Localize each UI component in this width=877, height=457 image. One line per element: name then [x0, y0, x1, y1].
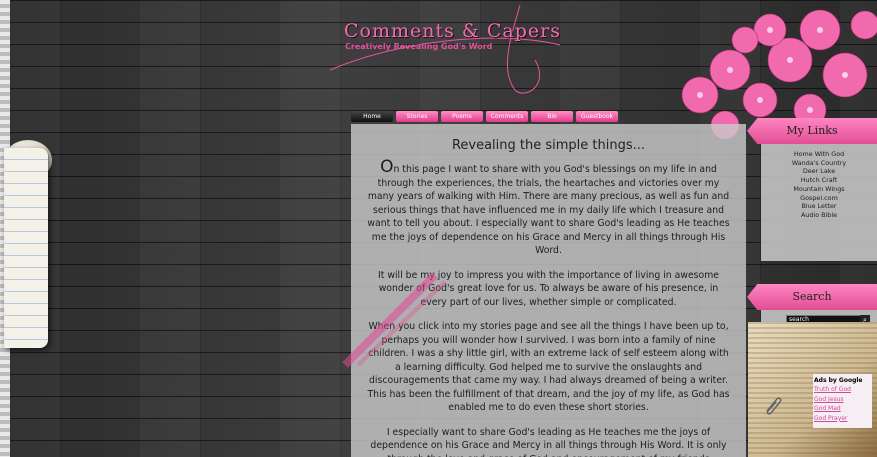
notebook-paper-decoration [4, 148, 48, 348]
link-audio-bible[interactable]: Audio Bible [763, 211, 875, 220]
link-blue-letter[interactable]: Blue Letter [763, 202, 875, 211]
links-heading: My Links [747, 118, 877, 144]
paragraph-4: I especially want to share God's leading… [370, 426, 727, 457]
nav-guestbook[interactable]: Guestbook [576, 111, 618, 122]
ad-link-3[interactable]: God Mad [814, 404, 872, 413]
pink-swirl-decoration [329, 4, 561, 94]
pink-ribbon-decoration [342, 272, 447, 368]
google-ads-box: Ads by Google Truth of God God Jesus God… [813, 374, 872, 428]
ad-link-2[interactable]: God Jesus [814, 395, 872, 404]
intro-text: n this page I want to share with you God… [367, 164, 730, 256]
link-gospel[interactable]: Gospel.com [763, 194, 875, 203]
nav-home[interactable]: Home [351, 111, 393, 122]
intro-paragraph: On this page I want to share with you Go… [367, 159, 730, 258]
page-heading: Revealing the simple things... [451, 138, 646, 153]
site-title: Comments & Capers [344, 20, 561, 42]
nav-poems[interactable]: Poems [441, 111, 483, 122]
link-wandas-country[interactable]: Wanda's Country [763, 159, 875, 168]
nav-comments[interactable]: Comments [486, 111, 528, 122]
paperclip-icon [766, 397, 782, 415]
link-deer-lake[interactable]: Deer Lake [763, 167, 875, 176]
nav-stories[interactable]: Stories [396, 111, 438, 122]
ad-link-4[interactable]: God Prayer [814, 414, 872, 423]
link-hutch-craft[interactable]: Hutch Craft [763, 176, 875, 185]
site-subtitle: Creatively Revealing God's Word [345, 42, 493, 51]
links-list: Home With God Wanda's Country Deer Lake … [763, 150, 875, 220]
nav-bio[interactable]: Bio [531, 111, 573, 122]
drop-cap: O [380, 157, 394, 177]
ad-link-1[interactable]: Truth of God [814, 385, 872, 394]
ads-title: Ads by Google [814, 377, 863, 384]
search-heading: Search [747, 284, 877, 310]
link-mountain-wings[interactable]: Mountain Wings [763, 185, 875, 194]
main-nav: Home Stories Poems Comments Bio Guestboo… [351, 111, 618, 123]
link-home-with-god[interactable]: Home With God [763, 150, 875, 159]
